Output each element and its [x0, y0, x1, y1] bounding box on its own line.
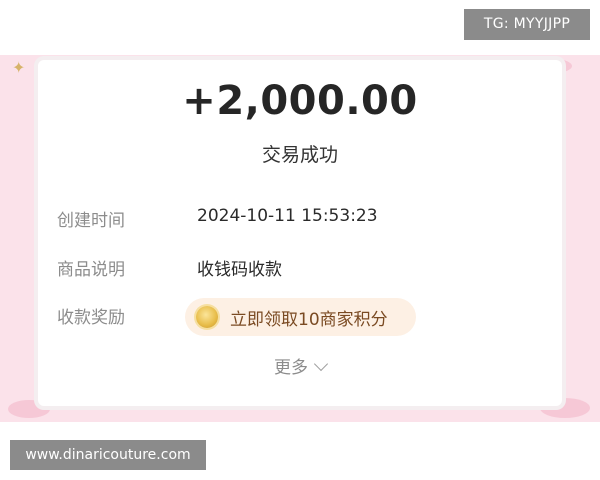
transaction-amount: +2,000.00 [182, 78, 418, 124]
reward-label: 收款奖励 [57, 308, 125, 328]
claim-reward-button[interactable]: 立即领取10商家积分 [185, 298, 416, 336]
created-time-value: 2024-10-11 15:53:23 [197, 206, 378, 226]
tg-badge: TG: MYYJJPP [464, 9, 590, 40]
created-time-label: 创建时间 [57, 211, 125, 231]
website-watermark: www.dinaricouture.com [10, 440, 206, 470]
coin-icon [196, 306, 218, 328]
more-label: 更多 [274, 358, 308, 378]
claim-reward-text: 立即领取10商家积分 [230, 309, 388, 330]
more-toggle[interactable]: 更多 [0, 353, 600, 378]
transaction-status: 交易成功 [261, 144, 338, 166]
product-description-label: 商品说明 [57, 260, 125, 280]
product-description-value: 收钱码收款 [197, 260, 282, 280]
chevron-down-icon [313, 356, 329, 372]
decoration-star-icon: ✦ [12, 58, 26, 77]
